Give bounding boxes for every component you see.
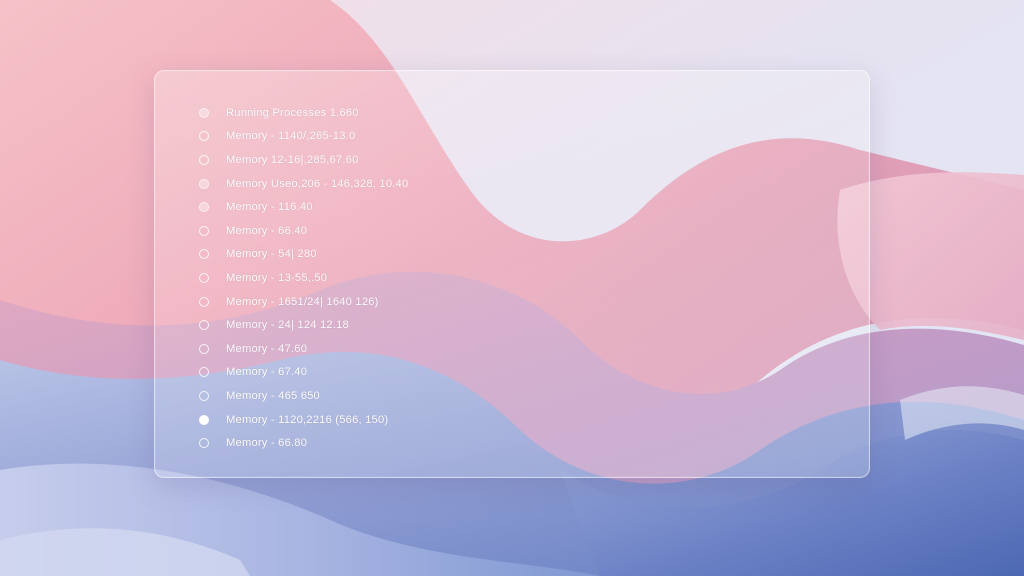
radio-button-icon[interactable] [199, 249, 209, 260]
radio-button-icon[interactable] [199, 272, 209, 283]
radio-button-icon[interactable] [199, 390, 209, 401]
option-label: Memory - 66.40 [226, 224, 308, 237]
memory-option[interactable]: Memory Useo,206 - 146,328, 10.40 [155, 172, 799, 196]
radio-selected-icon[interactable] [199, 414, 209, 425]
radio-button-icon[interactable] [199, 202, 209, 213]
memory-option[interactable]: Memory - 66.40 [155, 219, 799, 243]
radio-button-icon[interactable] [199, 131, 209, 142]
radio-button-icon[interactable] [199, 367, 209, 378]
memory-option[interactable]: Memory - 54| 280 [155, 243, 799, 267]
radio-button-icon[interactable] [199, 225, 209, 236]
memory-option[interactable]: Memory - 1651/24| 1640 126) [155, 290, 799, 314]
running-processes-option[interactable]: Running Processes 1.660 [155, 101, 799, 125]
option-label: Memory - 1140/,265-13.0 [226, 130, 356, 143]
option-label: Memory - 24| 124 12.18 [226, 319, 349, 332]
option-label: Memory - 13-55,.50 [226, 271, 328, 284]
option-label: Memory - 1120,2216 (566, 150) [226, 413, 389, 426]
radio-button-icon[interactable] [199, 320, 209, 331]
option-label: Memory - 54| 280 [226, 248, 317, 261]
process-memory-panel: Running Processes 1.660 Memory - 1140/,26… [154, 70, 870, 478]
radio-button-icon[interactable] [199, 438, 209, 449]
memory-option[interactable]: Memory - 13-55,.50 [155, 266, 799, 290]
option-label: Memory - 465 650 [226, 389, 320, 402]
radio-button-icon[interactable] [199, 107, 209, 118]
memory-option[interactable]: Memory - 1140/,265-13.0 [155, 125, 799, 149]
radio-button-icon[interactable] [199, 343, 209, 354]
option-label: Memory - 66.80 [226, 437, 308, 450]
option-label: Memory - 47.60 [226, 342, 308, 355]
option-label: Memory - 1651/24| 1640 126) [226, 295, 379, 308]
option-label: Running Processes 1.660 [226, 106, 359, 119]
option-label: Memory - 67.40 [226, 366, 308, 379]
option-label: Memory 12-16|,285,67.60 [226, 153, 359, 166]
radio-button-icon[interactable] [199, 154, 209, 165]
option-label: Memory Useo,206 - 146,328, 10.40 [226, 177, 409, 190]
memory-option[interactable]: Memory - 66.80 [155, 431, 799, 455]
option-label: Memory - 116.40 [226, 201, 313, 214]
memory-option[interactable]: Memory - 116.40 [155, 195, 799, 219]
memory-option[interactable]: Memory - 465 650 [155, 384, 799, 408]
radio-button-icon[interactable] [199, 296, 209, 307]
memory-option[interactable]: Memory - 67.40 [155, 361, 799, 385]
radio-button-icon[interactable] [199, 178, 209, 189]
memory-option[interactable]: Memory - 24| 124 12.18 [155, 313, 799, 337]
memory-option[interactable]: Memory - 1120,2216 (566, 150) [155, 408, 799, 432]
memory-option[interactable]: Memory 12-16|,285,67.60 [155, 148, 799, 172]
memory-list: Running Processes 1.660 Memory - 1140/,26… [155, 101, 799, 455]
memory-option[interactable]: Memory - 47.60 [155, 337, 799, 361]
